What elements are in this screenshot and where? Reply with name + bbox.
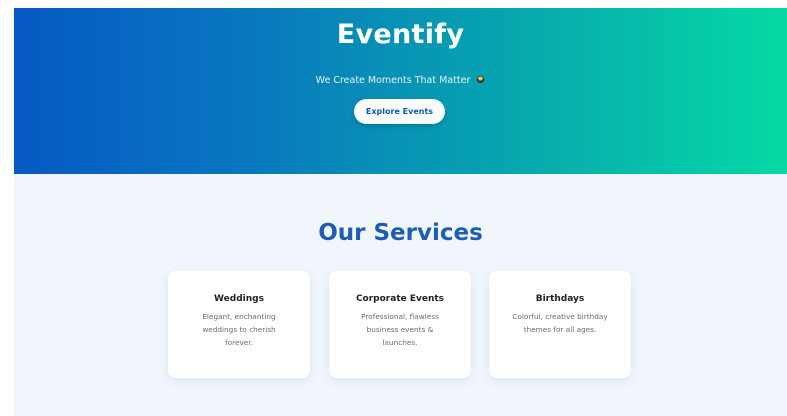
service-card-corporate-events[interactable]: Corporate Events Professional, flawless … — [329, 271, 471, 378]
hero-tagline-row: We Create Moments That Matter — [14, 74, 787, 88]
service-card-description: Professional, flawless business events &… — [361, 312, 439, 347]
page: Eventify We Create Moments That Matter E… — [0, 0, 787, 416]
service-card-birthdays[interactable]: Birthdays Colorful, creative birthday th… — [489, 271, 631, 378]
explore-events-button[interactable]: Explore Events — [354, 99, 445, 124]
hero-title: Eventify — [336, 19, 465, 50]
hero-banner: Eventify We Create Moments That Matter E… — [14, 8, 787, 174]
service-card-description: Colorful, creative birthday themes for a… — [512, 312, 608, 334]
service-card-title: Weddings — [214, 294, 264, 304]
hero-tagline: We Create Moments That Matter — [315, 75, 471, 86]
sparkle-emoji-icon — [477, 75, 485, 84]
service-card-title: Birthdays — [535, 294, 585, 304]
services-heading: Our Services — [318, 220, 483, 246]
service-card-weddings[interactable]: Weddings Elegant, enchanting weddings to… — [168, 271, 310, 378]
service-card-title: Corporate Events — [355, 294, 445, 304]
services-section: Our Services Weddings Elegant, enchantin… — [14, 174, 787, 416]
service-card-description: Elegant, enchanting weddings to cherish … — [202, 312, 276, 347]
